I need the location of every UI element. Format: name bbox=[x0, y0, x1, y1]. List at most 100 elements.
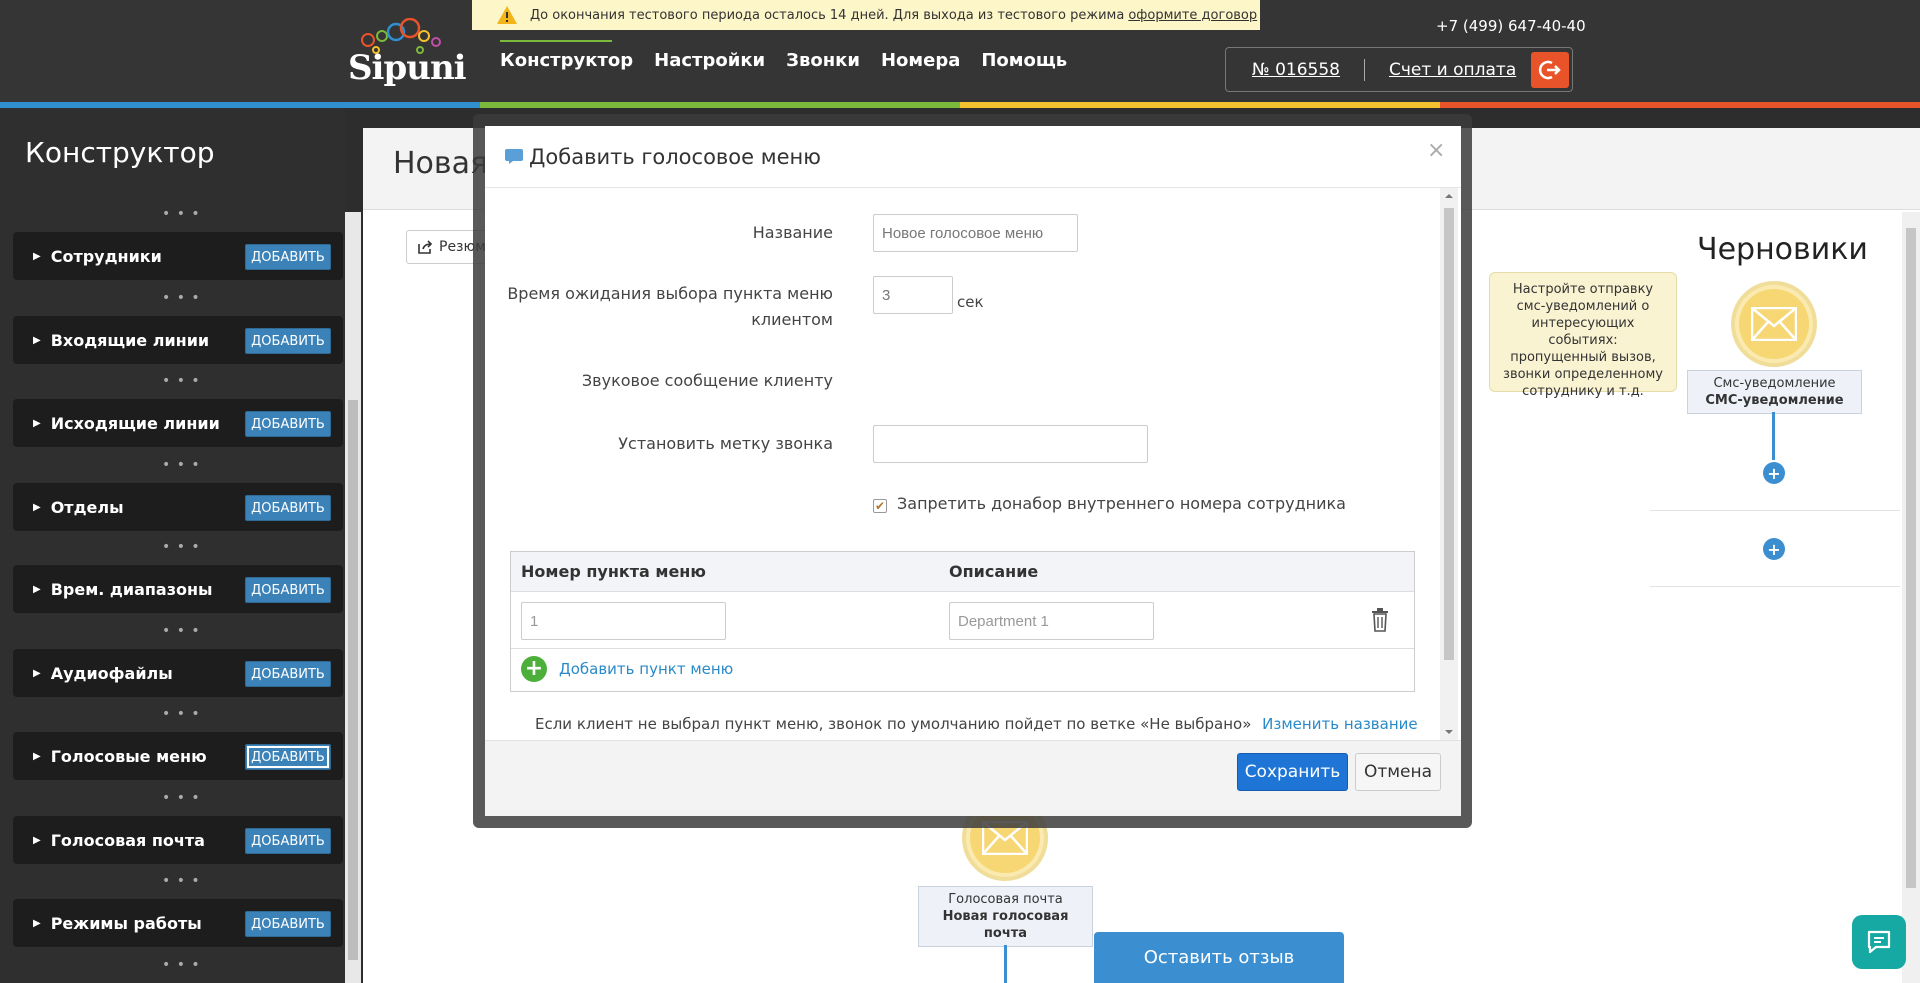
nav-settings[interactable]: Настройки bbox=[654, 50, 765, 75]
forbid-extension-label[interactable]: Запретить донабор внутреннего номера сот… bbox=[897, 494, 1346, 513]
drag-handle-dots[interactable]: • • • bbox=[162, 706, 201, 722]
drag-handle-dots[interactable]: • • • bbox=[162, 790, 201, 806]
sms-node-name: СМС-уведомление bbox=[1705, 393, 1844, 408]
sidebar-item-voicemail[interactable]: ▶ Голосовая почта ДОБАВИТЬ bbox=[13, 816, 343, 864]
top-header: Sipuni До окончания тестового периода ос… bbox=[0, 0, 1920, 108]
save-button[interactable]: Сохранить bbox=[1237, 753, 1348, 791]
nav-calls[interactable]: Звонки bbox=[786, 50, 860, 75]
name-input[interactable]: Новое голосовое меню bbox=[873, 214, 1078, 252]
sms-node-label[interactable]: Смс-уведомление СМС-уведомление bbox=[1687, 370, 1862, 414]
contract-link[interactable]: оформите договор bbox=[1128, 8, 1257, 23]
dialog-title: Добавить голосовое меню bbox=[529, 145, 821, 169]
add-menu-item-button[interactable]: + Добавить пункт меню bbox=[521, 656, 733, 682]
feedback-button[interactable]: Оставить отзыв bbox=[1094, 932, 1344, 983]
sidebar-item-time-ranges[interactable]: ▶ Врем. диапазоны ДОБАВИТЬ bbox=[13, 565, 343, 613]
voicemail-node-label[interactable]: Голосовая почта Новая голосовая почта bbox=[918, 886, 1093, 947]
add-department-button[interactable]: ДОБАВИТЬ bbox=[245, 495, 331, 521]
drag-handle-dots[interactable]: • • • bbox=[162, 373, 201, 389]
expand-arrow-icon: ▶ bbox=[33, 750, 41, 762]
scroll-down-icon[interactable] bbox=[1440, 726, 1458, 738]
sidebar-item-incoming-lines[interactable]: ▶ Входящие линии ДОБАВИТЬ bbox=[13, 316, 343, 364]
workspace-scrollbar[interactable] bbox=[1902, 212, 1920, 983]
plus-circle-icon: + bbox=[521, 656, 547, 682]
scroll-up-icon[interactable] bbox=[1440, 190, 1458, 202]
warning-icon bbox=[497, 6, 517, 24]
workspace-scrollbar-thumb[interactable] bbox=[1906, 228, 1916, 888]
logout-button[interactable] bbox=[1531, 52, 1569, 88]
chat-widget-button[interactable] bbox=[1852, 915, 1906, 969]
call-tag-label: Установить метку звонка bbox=[618, 434, 833, 453]
menu-item-number-input[interactable]: 1 bbox=[521, 602, 726, 640]
add-time-range-button[interactable]: ДОБАВИТЬ bbox=[245, 577, 331, 603]
dialog-body: Название Новое голосовое меню Время ожид… bbox=[485, 188, 1461, 740]
menu-item-description-input[interactable]: Department 1 bbox=[949, 602, 1154, 640]
drag-handle-dots[interactable]: • • • bbox=[162, 539, 201, 555]
dialog-footer: Сохранить Отмена bbox=[485, 740, 1461, 816]
add-voice-menu-button[interactable]: ДОБАВИТЬ bbox=[245, 744, 331, 770]
wait-time-unit: сек bbox=[957, 293, 984, 311]
default-branch-text: Если клиент не выбрал пункт меню, звонок… bbox=[535, 715, 1252, 733]
trial-text: До окончания тестового периода осталось … bbox=[530, 7, 1125, 23]
sidebar-item-audio-files[interactable]: ▶ Аудиофайлы ДОБАВИТЬ bbox=[13, 649, 343, 697]
dialog-scrollbar[interactable] bbox=[1440, 188, 1458, 740]
nav-help[interactable]: Помощь bbox=[981, 50, 1067, 75]
sidebar-item-departments[interactable]: ▶ Отделы ДОБАВИТЬ bbox=[13, 483, 343, 531]
account-number-link[interactable]: № 016558 bbox=[1252, 60, 1340, 80]
drafts-title: Черновики bbox=[1697, 232, 1868, 267]
add-incoming-line-button[interactable]: ДОБАВИТЬ bbox=[245, 328, 331, 354]
trial-banner: До окончания тестового периода осталось … bbox=[472, 0, 1260, 30]
dialog-header: Добавить голосовое меню × bbox=[485, 126, 1461, 188]
add-voice-menu-dialog: Добавить голосовое меню × Название Новое… bbox=[485, 126, 1461, 816]
expand-arrow-icon: ▶ bbox=[33, 250, 41, 262]
table-row: 1 Department 1 bbox=[511, 592, 1414, 649]
drag-handle-dots[interactable]: • • • bbox=[162, 457, 201, 473]
call-tag-input[interactable] bbox=[873, 425, 1148, 463]
default-branch-note: Если клиент не выбрал пункт меню, звонок… bbox=[535, 715, 1418, 733]
drag-handle-dots[interactable]: • • • bbox=[162, 873, 201, 889]
sipuni-logo[interactable]: Sipuni bbox=[348, 17, 467, 90]
add-voicemail-button[interactable]: ДОБАВИТЬ bbox=[245, 828, 331, 854]
nav-numbers[interactable]: Номера bbox=[881, 50, 960, 75]
rename-link[interactable]: Изменить название bbox=[1262, 715, 1417, 733]
expand-arrow-icon: ▶ bbox=[33, 667, 41, 679]
cancel-button[interactable]: Отмена bbox=[1355, 753, 1441, 791]
account-box: № 016558 Счет и оплата bbox=[1225, 47, 1573, 92]
drag-handle-dots[interactable]: • • • bbox=[162, 623, 201, 639]
expand-arrow-icon: ▶ bbox=[33, 334, 41, 346]
dialog-scrollbar-thumb[interactable] bbox=[1444, 208, 1454, 660]
add-employee-button[interactable]: ДОБАВИТЬ bbox=[245, 244, 331, 270]
add-work-mode-button[interactable]: ДОБАВИТЬ bbox=[245, 911, 331, 937]
row-divider bbox=[1650, 510, 1900, 511]
add-menu-item-label: Добавить пункт меню bbox=[559, 660, 734, 678]
voicemail-node-type: Голосовая почта bbox=[948, 892, 1063, 907]
sidebar-scrollbar-thumb[interactable] bbox=[348, 400, 358, 960]
constructor-sidebar: Конструктор • • • ▶ Сотрудники ДОБАВИТЬ … bbox=[0, 108, 345, 983]
connector-line bbox=[1004, 945, 1007, 983]
add-row-button[interactable]: + bbox=[1763, 538, 1785, 560]
add-audio-file-button[interactable]: ДОБАВИТЬ bbox=[245, 661, 331, 687]
billing-link[interactable]: Счет и оплата bbox=[1389, 60, 1516, 80]
drag-handle-dots[interactable]: • • • bbox=[162, 290, 201, 306]
add-outgoing-line-button[interactable]: ДОБАВИТЬ bbox=[245, 411, 331, 437]
expand-arrow-icon: ▶ bbox=[33, 917, 41, 929]
sidebar-scrollbar[interactable] bbox=[345, 212, 361, 983]
wait-time-label: Время ожидания выбора пункта меню клиент… bbox=[507, 284, 833, 329]
close-icon[interactable]: × bbox=[1427, 138, 1445, 163]
drag-handle-dots[interactable]: • • • bbox=[162, 957, 201, 973]
sms-node-circle[interactable] bbox=[1731, 281, 1817, 367]
voicemail-node-name: Новая голосовая почта bbox=[942, 909, 1069, 941]
drag-handle-dots[interactable]: • • • bbox=[162, 206, 201, 222]
main-nav: Конструктор Настройки Звонки Номера Помо… bbox=[500, 40, 1067, 75]
logout-icon bbox=[1538, 60, 1561, 80]
sidebar-item-work-modes[interactable]: ▶ Режимы работы ДОБАВИТЬ bbox=[13, 899, 343, 947]
sidebar-item-employees[interactable]: ▶ Сотрудники ДОБАВИТЬ bbox=[13, 232, 343, 280]
menu-items-table: Номер пункта меню Описание 1 Department … bbox=[510, 551, 1415, 692]
trash-icon[interactable] bbox=[1371, 608, 1389, 632]
wait-time-input[interactable]: 3 bbox=[873, 276, 953, 314]
sidebar-item-voice-menus[interactable]: ▶ Голосовые меню ДОБАВИТЬ bbox=[13, 732, 343, 780]
nav-constructor[interactable]: Конструктор bbox=[500, 40, 633, 75]
add-step-button[interactable]: + bbox=[1763, 462, 1785, 484]
row-divider bbox=[1650, 586, 1900, 587]
sidebar-item-outgoing-lines[interactable]: ▶ Исходящие линии ДОБАВИТЬ bbox=[13, 399, 343, 447]
forbid-extension-checkbox[interactable]: ✔ bbox=[873, 499, 887, 513]
